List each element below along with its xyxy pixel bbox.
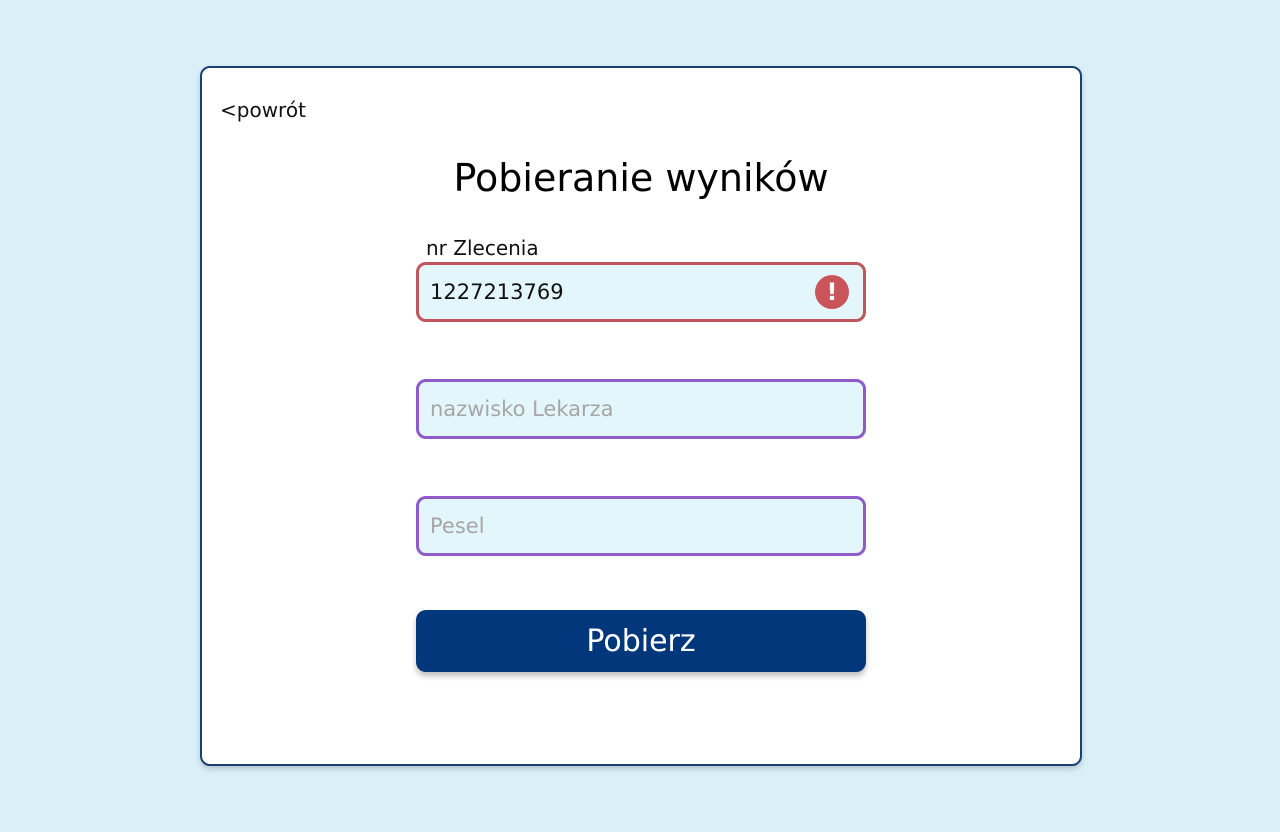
back-link[interactable]: <powrót <box>220 98 306 122</box>
doctor-surname-field <box>416 379 866 439</box>
pesel-field <box>416 496 866 556</box>
download-button[interactable]: Pobierz <box>416 610 866 672</box>
page-title: Pobieranie wyników <box>453 156 829 200</box>
order-number-label: nr Zlecenia <box>426 236 539 260</box>
results-download-card: <powrót Pobieranie wyników nr Zlecenia !… <box>200 66 1082 766</box>
error-exclamation-icon: ! <box>815 275 849 309</box>
order-number-input[interactable] <box>430 265 810 319</box>
pesel-input[interactable] <box>430 499 810 553</box>
doctor-surname-input[interactable] <box>430 382 810 436</box>
order-number-field: ! <box>416 262 866 322</box>
